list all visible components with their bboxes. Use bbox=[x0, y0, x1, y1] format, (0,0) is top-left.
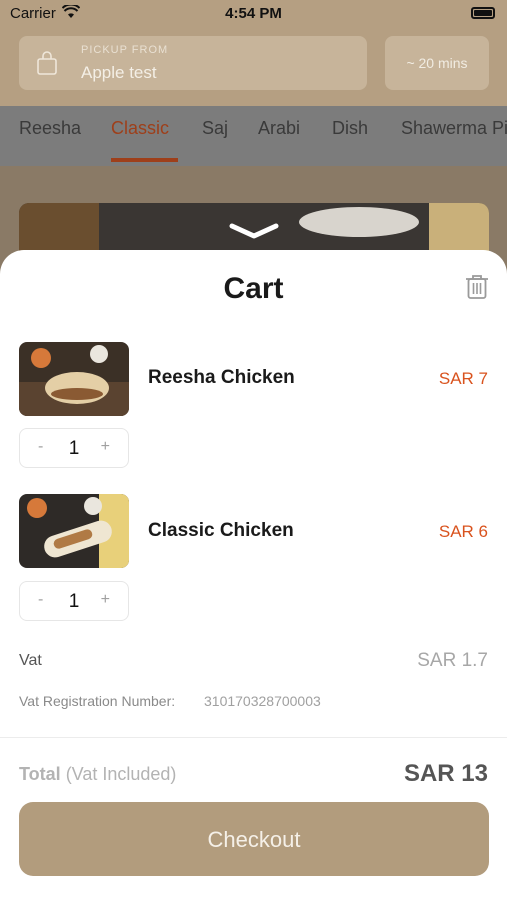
trash-icon[interactable] bbox=[465, 274, 489, 300]
tab-reesha[interactable]: Reesha bbox=[19, 118, 81, 139]
tab-dish[interactable]: Dish bbox=[332, 118, 368, 139]
divider bbox=[0, 737, 507, 738]
eta-badge[interactable]: ~ 20 mins bbox=[385, 36, 489, 90]
quantity-stepper-classic-chicken: - 1 + bbox=[19, 581, 129, 621]
vat-value: SAR 1.7 bbox=[417, 650, 488, 671]
active-tab-indicator bbox=[111, 158, 178, 162]
quantity-value: 1 bbox=[68, 591, 80, 612]
total-label: Total (Vat Included) bbox=[19, 764, 176, 785]
quantity-stepper-reesha-chicken: - 1 + bbox=[19, 428, 129, 468]
item-image-reesha-chicken bbox=[19, 342, 129, 416]
cart-title: Cart bbox=[223, 272, 284, 305]
item-name-classic-chicken: Classic Chicken bbox=[148, 520, 294, 541]
item-image-classic-chicken bbox=[19, 494, 129, 568]
total-vat-note: (Vat Included) bbox=[65, 764, 177, 784]
item-price-reesha-chicken: SAR 7 bbox=[438, 369, 488, 388]
total-value: SAR 13 bbox=[403, 760, 488, 787]
cart-sheet: Cart Reesha Chicken SAR 7 - 1 + Classic … bbox=[0, 250, 507, 900]
status-bar: Carrier 4:54 PM bbox=[0, 0, 507, 28]
increase-quantity-button[interactable]: + bbox=[101, 591, 110, 609]
chevron-down-icon[interactable] bbox=[228, 222, 280, 240]
total-label-text: Total bbox=[19, 764, 61, 784]
tab-shawerma[interactable]: Shawerma Pi bbox=[401, 118, 507, 139]
tab-saj[interactable]: Saj bbox=[202, 118, 228, 139]
pickup-label: PICKUP FROM bbox=[81, 44, 169, 56]
tab-classic[interactable]: Classic bbox=[111, 118, 169, 139]
tab-arabi[interactable]: Arabi bbox=[258, 118, 300, 139]
pickup-location: Apple test bbox=[81, 63, 157, 82]
vat-registration-label: Vat Registration Number: bbox=[19, 693, 176, 709]
battery-icon bbox=[471, 7, 495, 19]
status-time: 4:54 PM bbox=[225, 5, 282, 22]
shopping-bag-icon bbox=[37, 51, 57, 75]
vat-registration-number: 310170328700003 bbox=[204, 693, 321, 709]
vat-label: Vat bbox=[19, 652, 42, 669]
item-price-classic-chicken: SAR 6 bbox=[438, 522, 488, 541]
item-name-reesha-chicken: Reesha Chicken bbox=[148, 367, 295, 388]
quantity-value: 1 bbox=[68, 438, 80, 459]
category-tabs: Reesha Classic Saj Arabi Dish Shawerma P… bbox=[0, 106, 507, 166]
checkout-button[interactable]: Checkout bbox=[19, 802, 489, 876]
pickup-selector[interactable]: PICKUP FROM Apple test bbox=[19, 36, 367, 90]
store-header: PICKUP FROM Apple test ~ 20 mins bbox=[0, 28, 507, 106]
increase-quantity-button[interactable]: + bbox=[101, 438, 110, 456]
